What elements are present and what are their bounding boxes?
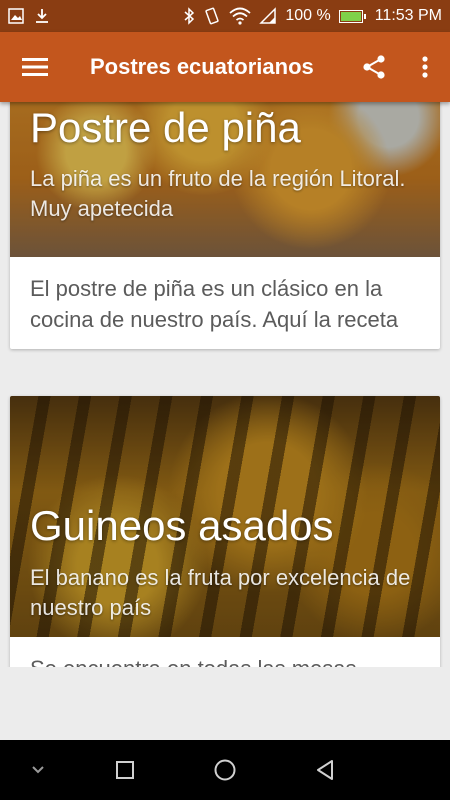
recents-icon[interactable] <box>95 740 155 800</box>
card-list[interactable]: Postre de piña La piña es un fruto de la… <box>0 102 450 667</box>
signal-icon <box>259 7 277 25</box>
recipe-card-postre-de-pina[interactable]: Postre de piña La piña es un fruto de la… <box>10 102 440 349</box>
image-icon <box>8 8 24 24</box>
app-title: Postres ecuatorianos <box>90 54 314 79</box>
clock: 11:53 PM <box>374 7 442 24</box>
card-image-pina: Postre de piña La piña es un fruto de la… <box>10 102 440 257</box>
menu-icon[interactable] <box>0 32 70 102</box>
share-icon[interactable] <box>348 32 400 102</box>
home-icon[interactable] <box>195 740 255 800</box>
download-icon <box>34 8 50 24</box>
bluetooth-icon <box>183 7 195 25</box>
card-title: Postre de piña <box>30 104 301 151</box>
wifi-icon <box>229 7 251 25</box>
app-bar: Postres ecuatorianos <box>0 32 450 102</box>
battery-icon <box>338 9 366 23</box>
back-icon[interactable] <box>295 740 355 800</box>
empty-area <box>0 667 450 740</box>
navigation-bar <box>0 740 450 800</box>
card-title: Guineos asados <box>30 502 334 549</box>
chevron-down-icon[interactable] <box>8 740 68 800</box>
card-description: Se encuentra en todas las mesas <box>10 637 440 667</box>
card-description: El postre de piña es un clásico en la co… <box>30 276 399 332</box>
card-subtitle: El banano es la fruta por excelencia de … <box>30 565 411 620</box>
status-bar: 100 % 11:53 PM <box>0 0 450 32</box>
recipe-card-guineos-asados[interactable]: Guineos asados El banano es la fruta por… <box>10 396 440 667</box>
more-vert-icon[interactable] <box>400 32 450 102</box>
vibrate-icon <box>203 7 221 25</box>
card-image-guineos: Guineos asados El banano es la fruta por… <box>10 396 440 637</box>
battery-percent: 100 % <box>285 7 331 24</box>
card-subtitle: La piña es un fruto de la región Litoral… <box>30 166 406 221</box>
